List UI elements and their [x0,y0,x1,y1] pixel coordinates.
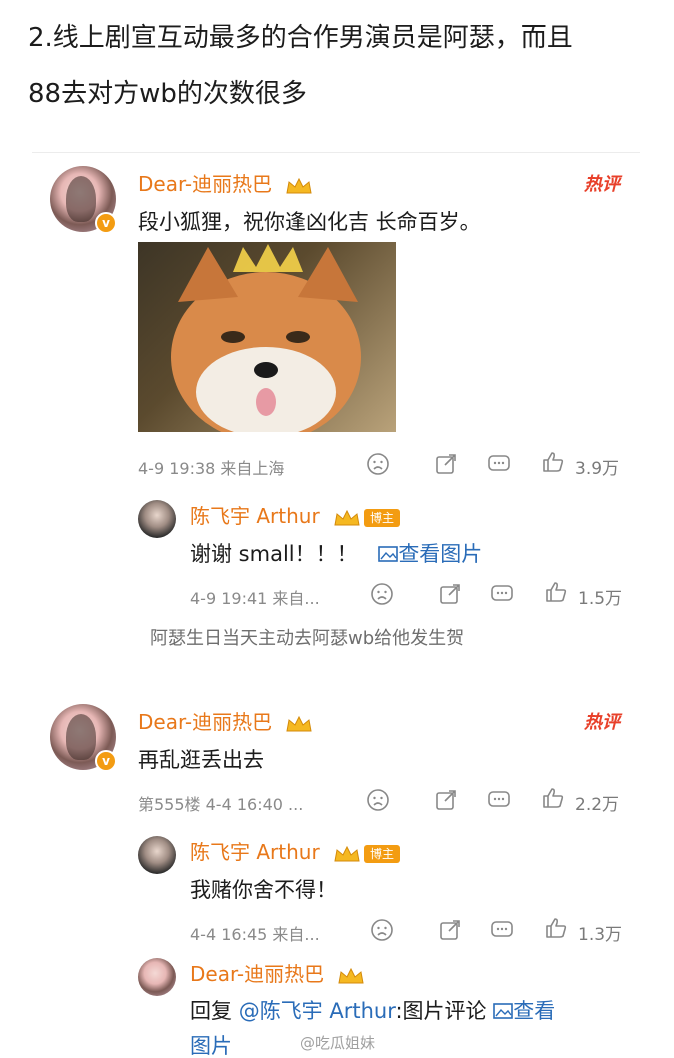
share-icon[interactable] [434,788,458,812]
verified-badge-icon: v [95,750,117,772]
comment-image[interactable] [138,242,396,432]
share-icon[interactable] [434,452,458,476]
comment-username[interactable]: Dear-迪丽热巴 [138,168,314,197]
view-picture-link[interactable]: 查看 [493,999,555,1023]
headline-line-2: 88去对方wb的次数很多 [28,79,307,109]
watermark: @吃瓜姐妹 [300,1034,376,1052]
reply-prefix: 回复 [190,999,232,1023]
username-text[interactable]: Dear-迪丽热巴 [190,962,324,986]
hot-comment-badge: 热评 [584,174,620,195]
reply-text: 回复 @陈飞宇 Arthur:图片评论 查看 [190,995,555,1025]
comment-meta: 4-9 19:38 来自上海 [138,459,285,478]
like-icon[interactable] [544,580,568,604]
reply-username[interactable]: 陈飞宇 Arthur 博主 [190,836,401,865]
like-count: 3.9万 [575,459,620,479]
reply-meta: 4-4 16:45 来自... [190,925,320,944]
mention-link[interactable]: @陈飞宇 Arthur [239,999,396,1023]
username-text[interactable]: Dear-迪丽热巴 [138,710,272,734]
picture-icon [378,546,399,562]
crown-icon [334,845,360,861]
dislike-face-icon[interactable] [366,788,390,812]
reply-meta: 4-9 19:41 来自... [190,589,320,608]
reply-text: 谢谢 small！！！ 查看图片 [190,538,482,568]
share-icon[interactable] [438,918,462,942]
reply-avatar[interactable] [138,958,176,996]
comment-text: 再乱逛丢出去 [138,748,264,772]
dislike-face-icon[interactable] [370,582,394,606]
reply-username[interactable]: 陈飞宇 Arthur 博主 [190,500,401,529]
reply-avatar[interactable] [138,500,176,538]
like-icon[interactable] [541,786,565,810]
headline-line-1: 2.线上剧宣互动最多的合作男演员是阿瑟，而且 [28,23,573,53]
reply-username[interactable]: Dear-迪丽热巴 [190,958,366,987]
view-picture-link[interactable]: 查看图片 [378,542,482,566]
comment-icon[interactable] [490,582,514,606]
picture-icon [493,1003,514,1019]
view-picture-label[interactable]: 查看 [513,999,555,1023]
verified-badge-icon: v [95,212,117,234]
like-count: 1.5万 [578,589,623,609]
blogger-tag: 博主 [364,844,401,863]
post-headline: 2.线上剧宣互动最多的合作男演员是阿瑟，而且 88去对方wb的次数很多 [28,10,658,122]
comment-username[interactable]: Dear-迪丽热巴 [138,706,314,735]
dislike-face-icon[interactable] [370,918,394,942]
view-picture-link-continued[interactable]: 图片 [190,1030,232,1058]
username-text[interactable]: 陈飞宇 Arthur [190,504,320,528]
fox-image-icon [171,244,361,432]
reply-text-body: 谢谢 small！！！ [190,542,358,566]
view-picture-label[interactable]: 查看图片 [398,542,482,566]
crown-icon [286,177,313,193]
crown-icon [334,509,360,525]
crown-icon [286,715,313,731]
comment-icon[interactable] [490,918,514,942]
reply-suffix: :图片评论 [395,999,487,1023]
caption-note: 阿瑟生日当天主动去阿瑟wb给他发生贺 [150,628,465,649]
comment-text: 段小狐狸，祝你逢凶化吉 长命百岁。 [138,210,481,234]
comment-icon[interactable] [487,788,511,812]
blogger-tag: 博主 [364,508,401,527]
reply-avatar[interactable] [138,836,176,874]
username-text[interactable]: Dear-迪丽热巴 [138,172,272,196]
crown-icon [338,967,365,983]
comment-meta: 第555楼 4-4 16:40 ... [138,795,304,814]
comment-icon[interactable] [487,452,511,476]
like-count: 1.3万 [578,925,623,945]
divider [32,152,640,153]
reply-text: 我赌你舍不得！ [190,878,337,902]
hot-comment-badge: 热评 [584,712,620,733]
like-count: 2.2万 [575,795,620,815]
share-icon[interactable] [438,582,462,606]
username-text[interactable]: 陈飞宇 Arthur [190,840,320,864]
like-icon[interactable] [544,916,568,940]
like-icon[interactable] [541,450,565,474]
dislike-face-icon[interactable] [366,452,390,476]
